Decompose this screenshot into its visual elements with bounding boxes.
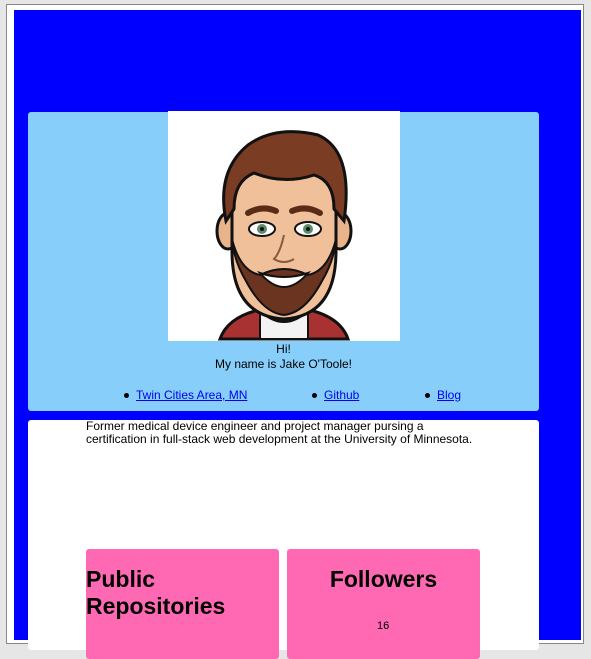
- followers-card: Followers 16: [287, 549, 480, 659]
- followers-title: Followers: [329, 566, 438, 592]
- bio-card: Former medical device engineer and proje…: [28, 419, 539, 659]
- blog-link[interactable]: Blog: [437, 388, 461, 402]
- link-item-location: Twin Cities Area, MN: [123, 388, 247, 402]
- greeting-text: Hi!: [276, 342, 291, 356]
- public-repos-card: Public Repositories: [86, 549, 279, 659]
- followers-count: 16: [377, 620, 390, 632]
- profile-card: Hi! My name is Jake O'Toole! Twin Cities…: [28, 111, 539, 411]
- name-text: My name is Jake O'Toole!: [214, 357, 352, 371]
- link-item-blog: Blog: [424, 388, 461, 402]
- avatar: [168, 111, 400, 341]
- bio-text: Former medical device engineer and proje…: [86, 419, 473, 446]
- public-repos-title: Public Repositories: [86, 566, 226, 619]
- location-link[interactable]: Twin Cities Area, MN: [136, 388, 247, 402]
- bitmoji-avatar-icon: [215, 130, 353, 341]
- link-item-github: Github: [311, 388, 359, 402]
- github-link[interactable]: Github: [324, 388, 359, 402]
